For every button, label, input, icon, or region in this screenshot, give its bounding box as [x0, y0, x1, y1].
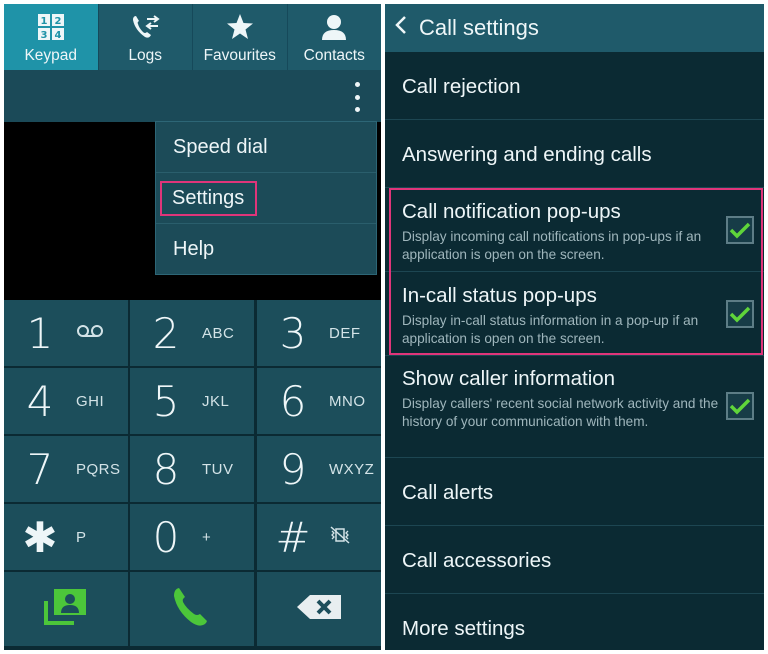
- menu-item-speed-dial[interactable]: Speed dial: [156, 122, 376, 173]
- page-title: Call settings: [419, 15, 539, 40]
- checkmark-icon: [729, 398, 751, 415]
- key-8[interactable]: 8 TUV: [130, 436, 254, 502]
- key-letters: PQRS: [76, 460, 121, 478]
- star-icon: [226, 13, 254, 41]
- keypad-icon-digit: 4: [54, 30, 61, 40]
- contact-icon: [320, 13, 348, 41]
- backspace-icon: [296, 594, 342, 625]
- key-letters: JKL: [202, 392, 230, 410]
- key-1[interactable]: 1: [4, 300, 128, 366]
- settings-item-title: More settings: [402, 617, 526, 640]
- menu-item-label: Settings: [160, 180, 258, 216]
- tab-keypad[interactable]: 1 2 3 4 Keypad: [4, 4, 99, 70]
- voicemail-icon: [76, 324, 104, 343]
- key-letters: GHI: [76, 392, 105, 410]
- menu-item-help[interactable]: Help: [156, 224, 376, 275]
- tab-contacts[interactable]: Contacts: [288, 4, 382, 70]
- vibrate-mute-icon: [329, 525, 351, 549]
- back-chevron-icon[interactable]: [395, 15, 407, 41]
- settings-item-title: Call alerts: [402, 481, 494, 504]
- tab-logs[interactable]: Logs: [99, 4, 193, 70]
- contact-card-icon: [43, 587, 89, 632]
- key-letters: TUV: [202, 460, 234, 478]
- key-digit: 0: [152, 512, 180, 562]
- menu-item-label: Help: [173, 238, 215, 260]
- keypad-icon: 1 2 3 4: [37, 13, 64, 41]
- key-9[interactable]: 9 WXYZ: [257, 436, 381, 502]
- phone-icon: [170, 585, 214, 634]
- keypad-icon-digit: 3: [40, 30, 47, 40]
- more-options-icon[interactable]: [347, 82, 367, 112]
- tab-label: Favourites: [203, 47, 276, 64]
- key-digit: 2: [152, 308, 180, 358]
- tab-label: Contacts: [303, 47, 365, 64]
- dialer-tab-bar: 1 2 3 4 Keypad Logs Favourites Contacts: [4, 4, 381, 70]
- key-letters: +: [202, 528, 212, 546]
- backspace-button[interactable]: [257, 572, 381, 646]
- key-letters: DEF: [329, 324, 361, 342]
- settings-item-title: Call rejection: [402, 75, 521, 98]
- key-6[interactable]: 6 MNO: [257, 368, 381, 434]
- key-star[interactable]: ✱ P: [4, 504, 128, 570]
- add-contact-button[interactable]: [4, 572, 128, 646]
- keypad-icon-digit: 1: [40, 16, 47, 27]
- key-digit: 6: [279, 376, 307, 426]
- menu-item-settings[interactable]: Settings: [156, 173, 376, 224]
- key-2[interactable]: 2 ABC: [130, 300, 254, 366]
- menu-item-label: Speed dial: [173, 135, 268, 158]
- key-0[interactable]: 0 +: [130, 504, 254, 570]
- settings-header[interactable]: Call settings: [385, 4, 764, 52]
- key-3[interactable]: 3 DEF: [257, 300, 381, 366]
- key-4[interactable]: 4 GHI: [4, 368, 128, 434]
- tab-label: Keypad: [24, 47, 78, 64]
- settings-item-call-rejection[interactable]: Call rejection: [385, 52, 764, 120]
- key-letters: MNO: [329, 392, 366, 410]
- settings-item-answering-ending[interactable]: Answering and ending calls: [385, 120, 764, 188]
- logs-icon: [130, 13, 160, 41]
- key-digit: 3: [279, 308, 307, 358]
- settings-item-title: Show caller information: [402, 367, 616, 390]
- key-digit: 7: [26, 444, 54, 494]
- key-letters: WXYZ: [329, 460, 375, 478]
- call-settings-screen: Call settings Call rejection Answering a…: [385, 4, 764, 650]
- settings-item-title: Answering and ending calls: [402, 143, 652, 166]
- overflow-menu: Speed dial Settings Help: [155, 121, 377, 275]
- settings-item-call-accessories[interactable]: Call accessories: [385, 526, 764, 594]
- highlight-box: [389, 188, 763, 355]
- key-digit: 5: [152, 376, 180, 426]
- number-display[interactable]: [4, 70, 381, 122]
- key-digit: 9: [279, 444, 307, 494]
- dial-keypad: 1 2 ABC 3 DEF 4 GHI 5 JKL 6 MNO 7 PQRS 8…: [4, 300, 381, 650]
- settings-item-call-alerts[interactable]: Call alerts: [385, 458, 764, 526]
- settings-item-more-settings[interactable]: More settings: [385, 594, 764, 650]
- key-digit: ✱: [22, 512, 58, 562]
- key-digit: #: [275, 512, 311, 562]
- key-letters: ABC: [202, 324, 235, 342]
- checkbox-checked[interactable]: [726, 392, 754, 420]
- settings-item-title: Call accessories: [402, 549, 552, 572]
- key-digit: 8: [152, 444, 180, 494]
- dialer-screen: 1 2 3 4 Keypad Logs Favourites Contacts …: [4, 4, 381, 650]
- tab-favourites[interactable]: Favourites: [193, 4, 288, 70]
- key-7[interactable]: 7 PQRS: [4, 436, 128, 502]
- key-digit: 4: [26, 376, 54, 426]
- tab-label: Logs: [128, 47, 163, 64]
- call-button[interactable]: [130, 572, 254, 646]
- key-hash[interactable]: #: [257, 504, 381, 570]
- settings-item-description: Display callers' recent social network a…: [402, 396, 719, 429]
- key-digit: 1: [26, 308, 54, 358]
- key-letters: P: [76, 528, 87, 546]
- keypad-icon-digit: 2: [54, 16, 61, 27]
- settings-item-show-caller-information[interactable]: Show caller information Display callers'…: [385, 356, 764, 458]
- key-5[interactable]: 5 JKL: [130, 368, 254, 434]
